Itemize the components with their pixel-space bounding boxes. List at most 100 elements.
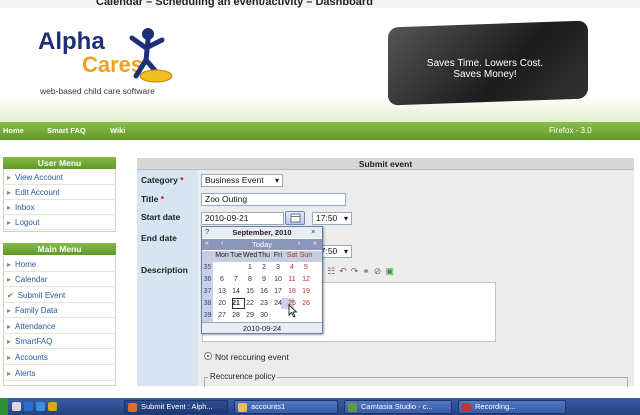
weekday-header: Sun	[299, 252, 313, 259]
date-picker-today-button[interactable]: Today	[202, 239, 322, 250]
sidebar-item-label: Home	[15, 260, 37, 269]
sidebar-item-label: Accounts	[15, 353, 48, 362]
calendar-day[interactable]: 16	[257, 288, 271, 295]
calendar-day[interactable]: 5	[299, 264, 313, 271]
sidebar-item-label: Submit Event	[17, 291, 66, 300]
calendar-day[interactable]: 22	[243, 300, 257, 307]
title-input[interactable]: Zoo Outing	[201, 193, 346, 206]
calendar-day[interactable]: 30	[257, 312, 271, 319]
required-marker: *	[180, 175, 184, 185]
calendar-day[interactable]: 17	[271, 288, 285, 295]
sidebar-item-family-data[interactable]: ▸ Family Data	[3, 304, 116, 318]
sidebar-item-smartfaq[interactable]: ▸ SmartFAQ	[3, 335, 116, 349]
calendar-day[interactable]: 15	[243, 288, 257, 295]
calendar-day[interactable]: 20	[215, 300, 229, 307]
calendar-day[interactable]: 3	[271, 264, 285, 271]
app-quicklaunch-icon[interactable]	[48, 402, 57, 411]
taskbar-item-browser[interactable]: Submit Event : Alph...	[124, 400, 228, 414]
category-select[interactable]: Business Event	[201, 174, 283, 187]
next-year-button[interactable]: »	[313, 240, 317, 247]
top-nav-bar	[0, 122, 640, 140]
window-title: Calendar – Scheduling an event/activity …	[96, 0, 373, 8]
required-marker: *	[160, 194, 165, 204]
start-button[interactable]	[0, 398, 8, 415]
taskbar-item-label: Camtasia Studio - c...	[361, 402, 433, 411]
title-input-value: Zoo Outing	[205, 194, 248, 204]
show-desktop-icon[interactable]	[12, 402, 21, 411]
calendar-day[interactable]: 18	[285, 288, 299, 295]
nav-wiki-link[interactable]: Wiki	[110, 126, 125, 135]
recurrence-legend: Reccurence policy	[208, 372, 278, 381]
calendar-day[interactable]: 6	[215, 276, 229, 283]
calendar-day[interactable]: 24	[271, 300, 285, 307]
bullet-icon: ▸	[7, 188, 12, 197]
sidebar-item-edit-account[interactable]: ▸ Edit Account	[3, 186, 116, 200]
calendar-button[interactable]	[285, 211, 305, 225]
not-recurring-radio[interactable]	[204, 352, 212, 360]
media-quicklaunch-icon[interactable]	[36, 402, 45, 411]
calendar-day[interactable]: 11	[285, 276, 299, 283]
undo-icon[interactable]: ↶	[339, 266, 351, 276]
firefox-icon	[128, 403, 137, 412]
mouse-cursor-icon	[288, 304, 298, 318]
unlink-icon[interactable]: ⊘	[374, 266, 386, 276]
redo-icon[interactable]: ↷	[351, 266, 363, 276]
sidebar-item-calendar[interactable]: ▸ Calendar	[3, 273, 116, 287]
numbered-list-icon[interactable]: ☷	[327, 266, 339, 276]
next-month-button[interactable]: ›	[298, 240, 300, 247]
sidebar-item-home[interactable]: ▸ Home	[3, 258, 116, 272]
calendar-day[interactable]: 19	[299, 288, 313, 295]
folder-icon	[238, 403, 247, 412]
sidebar-item-attendance[interactable]: ▸ Attendance	[3, 320, 116, 334]
start-date-input[interactable]: 2010-09-21	[201, 212, 284, 225]
prev-year-button[interactable]: «	[205, 240, 209, 247]
calendar-day[interactable]: 14	[229, 288, 243, 295]
bullet-icon: ▸	[7, 353, 12, 362]
sidebar-item-label: View Account	[15, 173, 63, 182]
calendar-day[interactable]: 8	[243, 276, 257, 283]
calendar-day[interactable]: 13	[215, 288, 229, 295]
bullet-icon: ▸	[7, 337, 12, 346]
link-icon[interactable]: ⚭	[362, 266, 374, 276]
browser-quicklaunch-icon[interactable]	[24, 402, 33, 411]
taskbar-item-recording[interactable]: Recording...	[458, 400, 566, 414]
calendar-day[interactable]: 28	[229, 312, 243, 319]
promo-line-2: Saves Money!	[453, 69, 517, 80]
title-label-text: Title	[141, 194, 159, 204]
calendar-day[interactable]: 4	[285, 264, 299, 271]
sidebar-item-logout[interactable]: ▸ Logout	[3, 216, 116, 230]
sidebar-item-submit-event[interactable]: ✔ Submit Event	[3, 289, 116, 303]
weekday-header: Mon	[215, 252, 229, 259]
editor-toolbar: ☰☷↶↷⚭⊘▣	[315, 266, 495, 282]
sidebar-item-label: Logout	[15, 218, 40, 227]
calendar-day[interactable]: 29	[243, 312, 257, 319]
calendar-day[interactable]: 10	[271, 276, 285, 283]
calendar-day[interactable]: 9	[257, 276, 271, 283]
date-picker-close-button[interactable]: ×	[311, 227, 315, 236]
image-icon[interactable]: ▣	[385, 266, 398, 276]
taskbar-item-label: Submit Event : Alph...	[141, 402, 213, 411]
panel-title: Submit event	[137, 158, 634, 170]
date-picker-help-button[interactable]: ?	[205, 227, 209, 236]
calendar-day[interactable]: 21	[229, 300, 243, 307]
calendar-day[interactable]: 1	[243, 264, 257, 271]
nav-home-link[interactable]: Home	[3, 126, 24, 135]
calendar-day[interactable]: 27	[215, 312, 229, 319]
calendar-day[interactable]: 12	[299, 276, 313, 283]
sidebar-item-alerts[interactable]: ▸ Alerts	[3, 367, 116, 381]
date-picker-status: 2010-09-24	[202, 322, 322, 333]
prev-month-button[interactable]: ‹	[221, 240, 223, 247]
start-time-select[interactable]: 17:50	[312, 212, 352, 225]
nav-smartfaq-link[interactable]: Smart FAQ	[47, 126, 86, 135]
calendar-day[interactable]: 26	[299, 300, 313, 307]
week-number: 38	[203, 300, 212, 307]
sidebar-item-inbox[interactable]: ▸ Inbox	[3, 201, 116, 215]
calendar-day[interactable]: 2	[257, 264, 271, 271]
taskbar-item-accounts1[interactable]: accounts1	[234, 400, 338, 414]
sidebar-item-view-account[interactable]: ▸ View Account	[3, 171, 116, 185]
sidebar-item-accounts[interactable]: ▸ Accounts	[3, 351, 116, 365]
calendar-day[interactable]: 23	[257, 300, 271, 307]
taskbar-item-camtasia[interactable]: Camtasia Studio - c...	[344, 400, 452, 414]
calendar-day[interactable]: 7	[229, 276, 243, 283]
taskbar-item-label: Recording...	[475, 402, 516, 411]
